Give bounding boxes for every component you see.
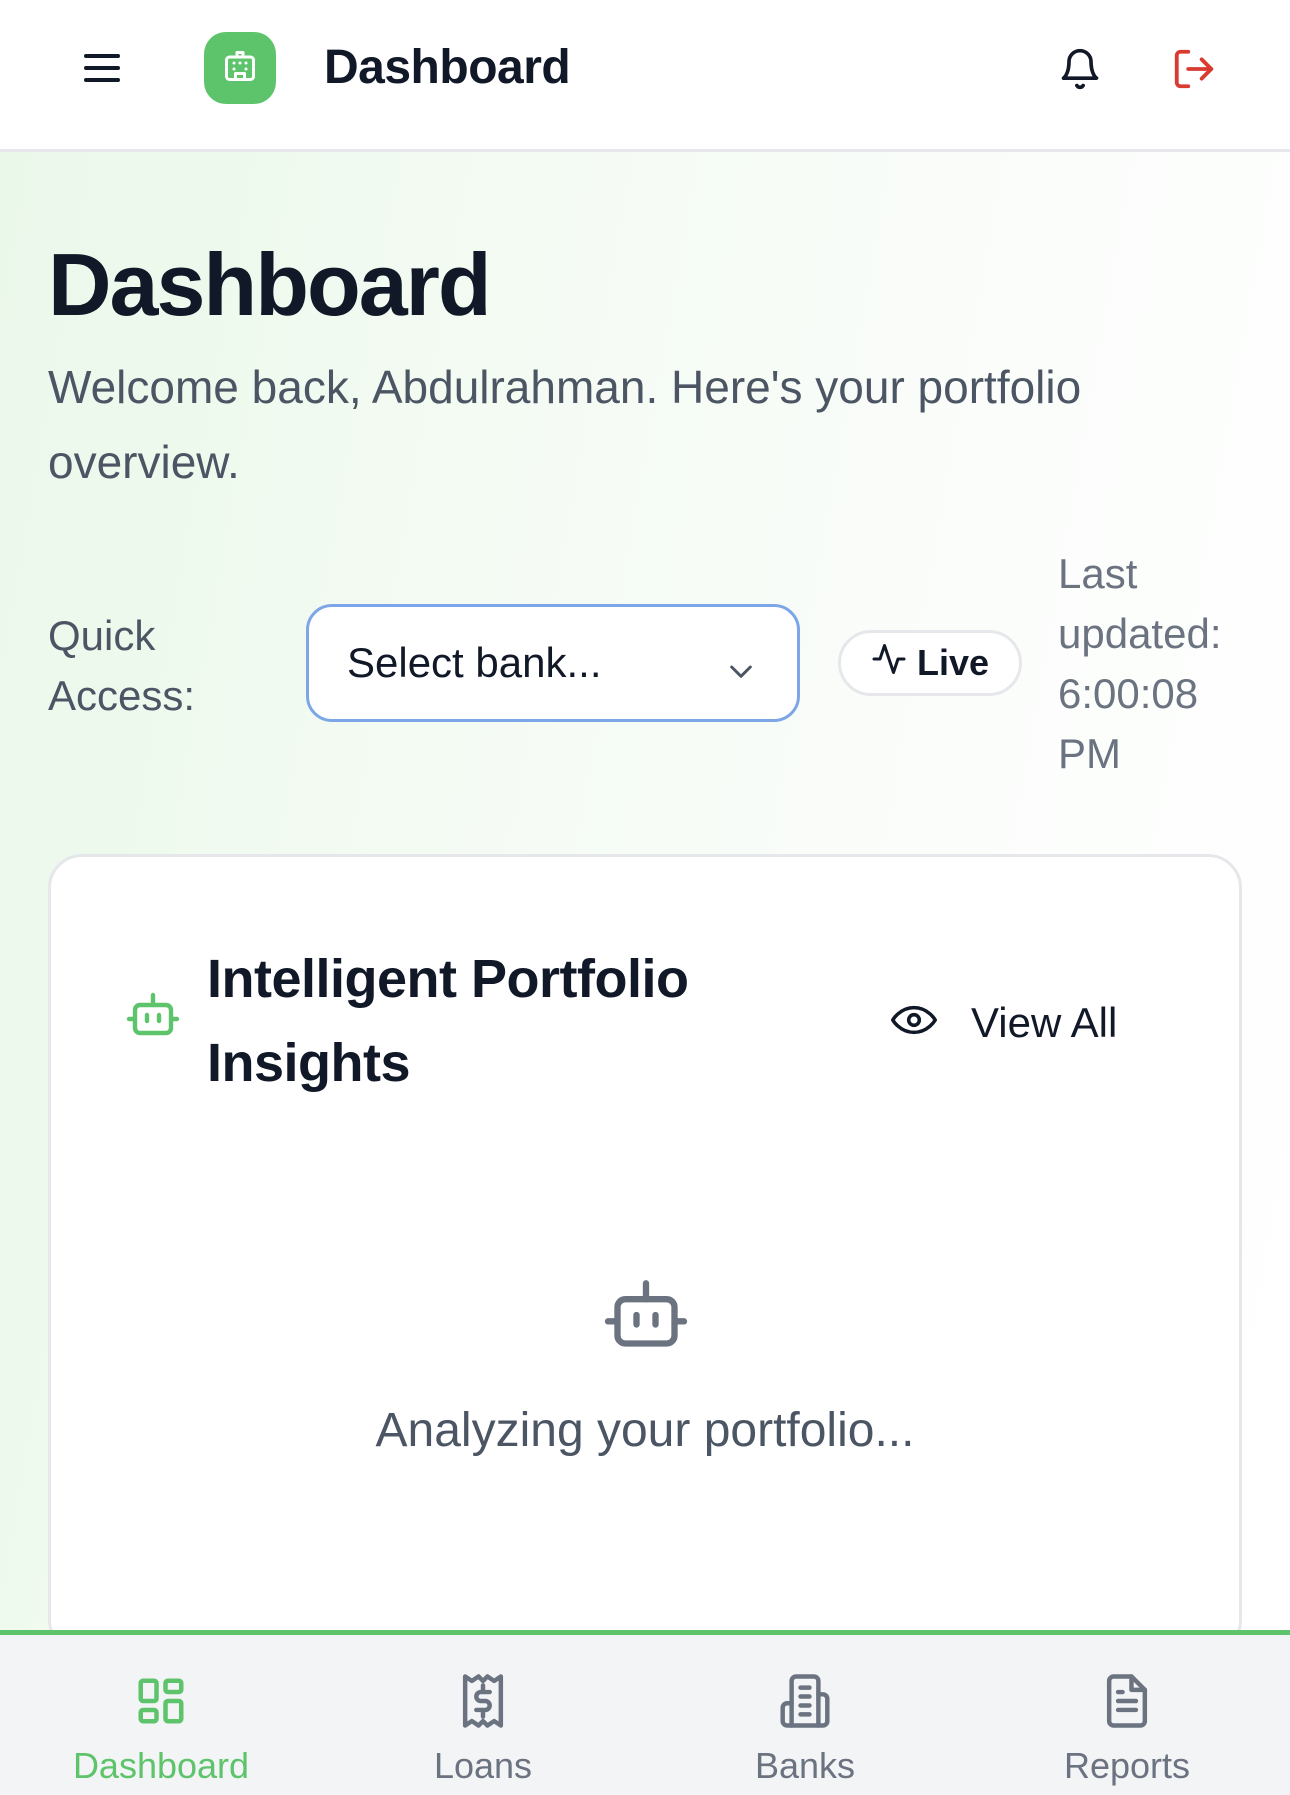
nav-item-loans[interactable]: Loans xyxy=(322,1635,644,1795)
live-status-badge: Live xyxy=(838,630,1022,696)
view-all-label: View All xyxy=(971,999,1118,1046)
nav-label-loans: Loans xyxy=(433,1745,533,1786)
insights-card-title: Intelligent Portfolio Insights xyxy=(207,949,689,1093)
view-all-button[interactable]: View All xyxy=(891,993,1117,1053)
insights-card: Intelligent Portfolio Insights View All xyxy=(48,854,1242,1630)
live-label: Live xyxy=(916,642,990,683)
receipt-dollar-icon xyxy=(456,1671,510,1731)
nav-label-reports: Reports xyxy=(1063,1745,1191,1786)
top-bar: Dashboard xyxy=(0,0,1290,152)
nav-label-banks: Banks xyxy=(754,1745,856,1786)
nav-item-dashboard[interactable]: Dashboard xyxy=(0,1635,322,1795)
quick-access-label: Quick Access: xyxy=(48,612,196,719)
logout-icon xyxy=(1171,46,1217,95)
menu-button[interactable] xyxy=(76,46,128,92)
main-content: Dashboard Welcome back, Abdulrahman. Her… xyxy=(0,152,1290,1630)
nav-label-dashboard: Dashboard xyxy=(72,1745,250,1786)
bottom-navigation: Dashboard Loans Banks Reports xyxy=(0,1630,1290,1795)
page-title: Dashboard xyxy=(48,235,492,334)
nav-item-reports[interactable]: Reports xyxy=(966,1635,1288,1795)
welcome-message: Welcome back, Abdulrahman. Here's your p… xyxy=(48,361,1082,488)
document-icon xyxy=(1101,1671,1153,1731)
nav-item-banks[interactable]: Banks xyxy=(644,1635,966,1795)
app-root: Dashboard Dashboard Welcome back, Abdulr… xyxy=(0,0,1290,1795)
bank-building-icon xyxy=(777,1671,833,1731)
eye-icon xyxy=(891,999,937,1047)
notifications-button[interactable] xyxy=(1054,42,1106,98)
insights-loading-text: Analyzing your portfolio... xyxy=(375,1404,915,1457)
chevron-down-icon xyxy=(725,649,757,697)
dashboard-grid-icon xyxy=(134,1671,188,1731)
header-title: Dashboard xyxy=(324,41,571,94)
bank-select-value: Select bank... xyxy=(347,639,602,686)
bot-icon xyxy=(601,1277,691,1358)
building-icon xyxy=(222,48,258,89)
last-updated-text: Last updated: 6:00:08 PM xyxy=(1058,550,1222,777)
bell-icon xyxy=(1058,45,1102,96)
menu-icon xyxy=(82,52,122,87)
bank-select-dropdown[interactable]: Select bank... xyxy=(306,604,800,722)
bot-icon xyxy=(125,991,181,1044)
logout-button[interactable] xyxy=(1166,42,1222,98)
activity-icon xyxy=(871,641,907,686)
app-logo xyxy=(204,32,276,104)
